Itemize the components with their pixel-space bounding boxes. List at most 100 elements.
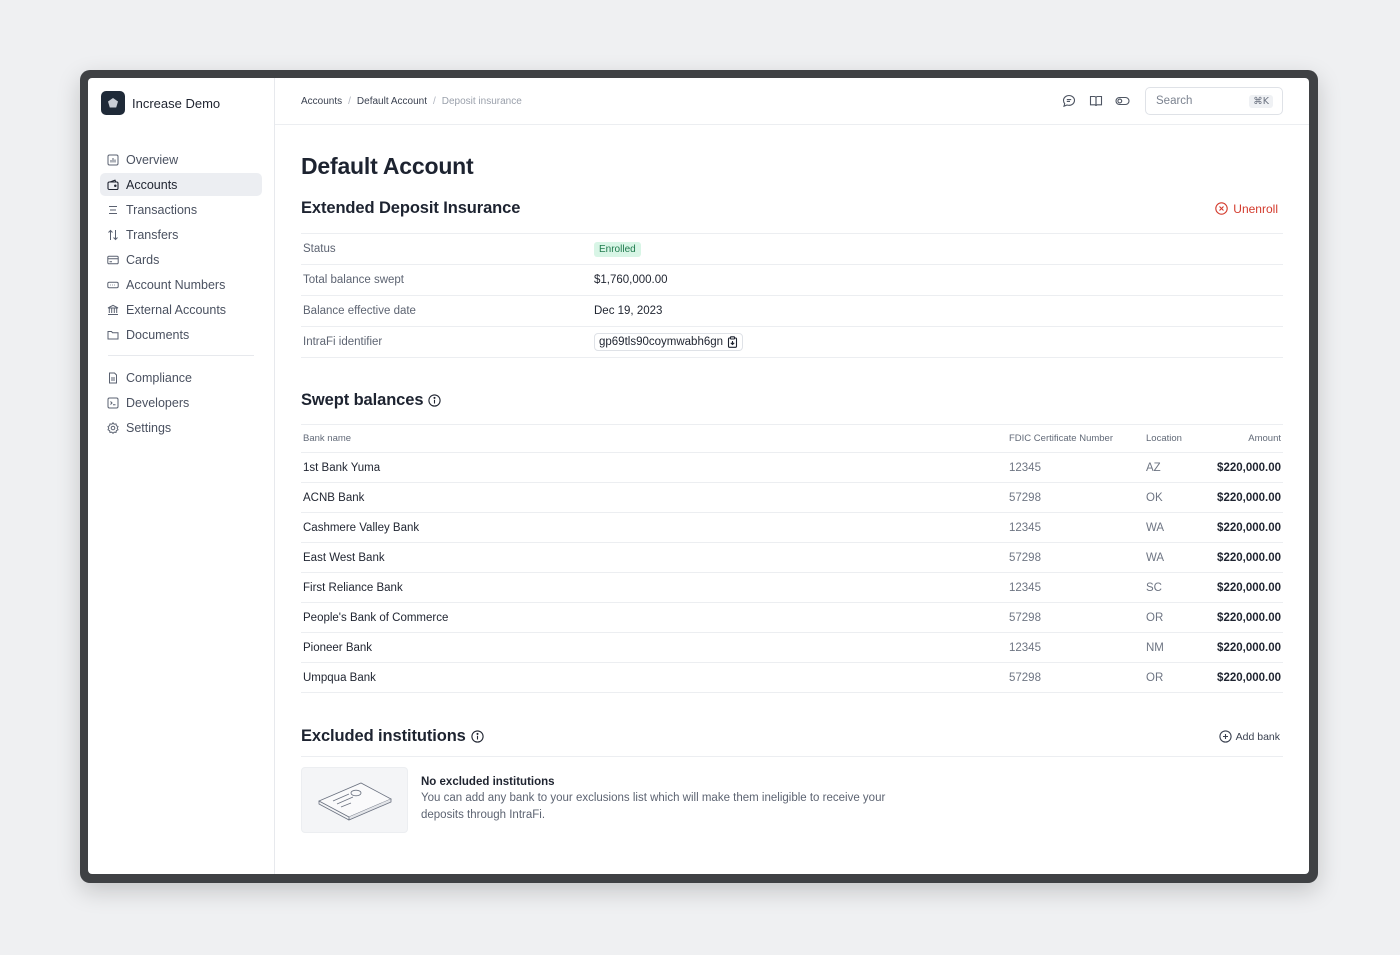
table-row[interactable]: Cashmere Valley Bank 12345 WA $220,000.0… bbox=[301, 512, 1283, 543]
sidebar-item-label: Transfers bbox=[126, 227, 179, 242]
logo-icon bbox=[101, 91, 125, 115]
bank-name: Pioneer Bank bbox=[301, 632, 1007, 663]
table-row[interactable]: People's Bank of Commerce 57298 OR $220,… bbox=[301, 602, 1283, 633]
detail-row-intrafi: IntraFi identifier gp69tls90coymwabh6gn bbox=[301, 327, 1283, 358]
table-header-row: Bank name FDIC Certificate Number Locati… bbox=[301, 424, 1283, 453]
empty-illustration bbox=[301, 767, 408, 833]
arrows-updown-icon bbox=[108, 229, 118, 240]
table-row[interactable]: East West Bank 57298 WA $220,000.00 bbox=[301, 542, 1283, 573]
workspace-name: Increase Demo bbox=[132, 95, 221, 111]
sidebar-item-label: Overview bbox=[126, 152, 179, 167]
sidebar-item-documents[interactable]: Documents bbox=[100, 323, 262, 346]
amount: $220,000.00 bbox=[1204, 602, 1283, 633]
sidebar-item-label: Cards bbox=[126, 252, 160, 267]
empty-state: No excluded institutions You can add any… bbox=[301, 756, 1283, 833]
bank-name: First Reliance Bank bbox=[301, 572, 1007, 603]
fdic-number: 12345 bbox=[1007, 632, 1144, 663]
fdic-number: 57298 bbox=[1007, 602, 1144, 633]
search-input[interactable]: Search ⌘K bbox=[1145, 87, 1283, 115]
swept-header: Swept balances bbox=[301, 391, 1283, 410]
credit-card-icon bbox=[107, 255, 119, 264]
bank-name: People's Bank of Commerce bbox=[301, 602, 1007, 633]
add-bank-button[interactable]: Add bank bbox=[1218, 730, 1283, 743]
close-circle-icon bbox=[1215, 202, 1229, 215]
page-content: Default Account Extended Deposit Insuran… bbox=[301, 125, 1283, 833]
workspace-switcher[interactable]: Increase Demo bbox=[101, 91, 220, 115]
breadcrumb-current: Deposit insurance bbox=[441, 95, 522, 107]
fdic-number: 57298 bbox=[1007, 662, 1144, 693]
fdic-number: 12345 bbox=[1007, 452, 1144, 483]
sidebar: Increase Demo Overview Accounts Transact… bbox=[88, 78, 275, 874]
toggle-icon[interactable] bbox=[1114, 93, 1131, 110]
search-shortcut: ⌘K bbox=[1249, 94, 1273, 108]
intrafi-id-copy[interactable]: gp69tls90coymwabh6gn bbox=[594, 333, 744, 351]
sidebar-item-label: Accounts bbox=[126, 177, 178, 192]
sidebar-item-label: Transactions bbox=[126, 202, 198, 217]
total-balance-value: $1,760,000.00 bbox=[594, 274, 668, 286]
sidebar-item-label: Settings bbox=[126, 420, 172, 435]
excluded-header: Excluded institutions Add bank bbox=[301, 727, 1283, 746]
info-icon[interactable] bbox=[428, 394, 442, 407]
bank-name: 1st Bank Yuma bbox=[301, 452, 1007, 483]
location: WA bbox=[1144, 542, 1204, 573]
amount: $220,000.00 bbox=[1204, 452, 1283, 483]
table-row[interactable]: 1st Bank Yuma 12345 AZ $220,000.00 bbox=[301, 452, 1283, 483]
bank-name: Cashmere Valley Bank bbox=[301, 512, 1007, 543]
sidebar-item-accounts[interactable]: Accounts bbox=[100, 173, 262, 196]
topbar-actions: Search ⌘K bbox=[1060, 87, 1283, 115]
amount: $220,000.00 bbox=[1204, 482, 1283, 513]
fdic-number: 57298 bbox=[1007, 542, 1144, 573]
column-header-fdic: FDIC Certificate Number bbox=[1007, 424, 1144, 453]
fdic-number: 12345 bbox=[1007, 572, 1144, 603]
empty-title: No excluded institutions bbox=[421, 776, 555, 788]
intrafi-id-value: gp69tls90coymwabh6gn bbox=[599, 336, 724, 348]
terminal-icon bbox=[107, 397, 119, 408]
sidebar-item-label: Compliance bbox=[126, 370, 193, 385]
sidebar-item-overview[interactable]: Overview bbox=[100, 148, 262, 171]
document-icon bbox=[109, 372, 117, 383]
chat-icon[interactable] bbox=[1060, 93, 1077, 110]
sidebar-item-account-numbers[interactable]: Account Numbers bbox=[100, 273, 262, 296]
sidebar-nav: Overview Accounts Transactions Transfers… bbox=[100, 148, 262, 441]
gear-icon bbox=[107, 421, 119, 434]
app-window: Increase Demo Overview Accounts Transact… bbox=[88, 78, 1309, 874]
unenroll-button[interactable]: Unenroll bbox=[1215, 202, 1283, 216]
topbar: Accounts / Default Account / Deposit ins… bbox=[275, 78, 1309, 125]
plus-circle-icon bbox=[1218, 730, 1232, 743]
sidebar-item-compliance[interactable]: Compliance bbox=[100, 366, 262, 389]
bank-name: East West Bank bbox=[301, 542, 1007, 573]
table-row[interactable]: Umpqua Bank 57298 OR $220,000.00 bbox=[301, 662, 1283, 693]
location: WA bbox=[1144, 512, 1204, 543]
column-header-location: Location bbox=[1144, 424, 1204, 453]
table-row[interactable]: Pioneer Bank 12345 NM $220,000.00 bbox=[301, 632, 1283, 663]
device-frame: Increase Demo Overview Accounts Transact… bbox=[80, 70, 1318, 883]
unenroll-label: Unenroll bbox=[1233, 201, 1278, 216]
sidebar-item-settings[interactable]: Settings bbox=[100, 416, 262, 439]
sidebar-item-developers[interactable]: Developers bbox=[100, 391, 262, 414]
sidebar-item-label: External Accounts bbox=[126, 302, 227, 317]
swept-title-text: Swept balances bbox=[301, 391, 424, 409]
add-bank-label: Add bank bbox=[1235, 730, 1280, 743]
fdic-number: 57298 bbox=[1007, 482, 1144, 513]
page-title: Default Account bbox=[301, 153, 474, 179]
breadcrumb-accounts[interactable]: Accounts bbox=[301, 96, 342, 107]
breadcrumb: Accounts / Default Account / Deposit ins… bbox=[301, 96, 522, 107]
sidebar-item-cards[interactable]: Cards bbox=[100, 248, 262, 271]
detail-row-date: Balance effective date Dec 19, 2023 bbox=[301, 296, 1283, 327]
swept-balances-table: Bank name FDIC Certificate Number Locati… bbox=[301, 424, 1283, 693]
location: OR bbox=[1144, 602, 1204, 633]
breadcrumb-default-account[interactable]: Default Account bbox=[357, 96, 427, 107]
bank-icon bbox=[107, 304, 119, 315]
effective-date-value: Dec 19, 2023 bbox=[594, 305, 663, 317]
info-icon[interactable] bbox=[471, 730, 484, 743]
table-row[interactable]: First Reliance Bank 12345 SC $220,000.00 bbox=[301, 572, 1283, 603]
search-placeholder: Search bbox=[1156, 95, 1193, 107]
sidebar-item-transactions[interactable]: Transactions bbox=[100, 198, 262, 221]
number-card-icon bbox=[107, 281, 119, 288]
detail-label: Total balance swept bbox=[303, 274, 405, 286]
sidebar-item-transfers[interactable]: Transfers bbox=[100, 223, 262, 246]
book-icon[interactable] bbox=[1087, 93, 1104, 110]
sidebar-item-external-accounts[interactable]: External Accounts bbox=[100, 298, 262, 321]
table-row[interactable]: ACNB Bank 57298 OK $220,000.00 bbox=[301, 482, 1283, 513]
location: OR bbox=[1144, 662, 1204, 693]
